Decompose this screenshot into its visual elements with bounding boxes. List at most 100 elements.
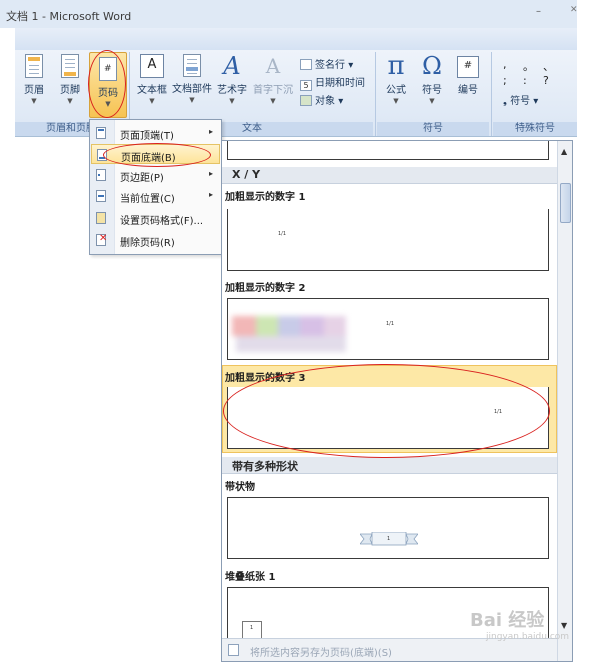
special-symbol[interactable]: ; [503,74,507,87]
scroll-up-icon[interactable]: ▲ [561,147,567,156]
wordart-label: 艺术字 [217,85,247,96]
remove-page-numbers-icon: ✕ [96,233,107,246]
object-icon [300,95,312,106]
chevron-down-icon: ▼ [393,97,399,105]
wordart-button[interactable]: A 艺术字 ▼ [215,54,249,105]
page-number-sample: 1/1 [386,321,395,327]
save-selection-as-page-number-item[interactable]: 将所选内容另存为页码(底端)(S) [250,644,392,659]
symbol-icon: Ω [422,52,442,80]
chevron-down-icon: ▼ [189,96,195,104]
gallery-item-title: 堆叠纸张 1 [225,572,276,583]
chevron-right-icon: ▸ [208,190,213,199]
quick-parts-label: 文档部件 [172,84,212,95]
gallery-preview-clipped[interactable] [227,141,549,160]
menu-item-remove-page-numbers[interactable]: ✕ 删除页码(R) [91,230,220,250]
footer-icon [61,54,79,78]
window-title: 文档 1 - Microsoft Word [6,10,132,23]
symbol-button[interactable]: Ω 符号 ▼ [417,54,447,105]
drop-cap-button[interactable]: A 首字下沉 ▼ [252,54,294,105]
header-button[interactable]: 页眉 ▼ [19,54,49,105]
footer-button[interactable]: 页脚 ▼ [55,54,85,105]
signature-line-icon [300,59,312,70]
header-label: 页眉 [24,85,44,96]
menu-item-bottom-of-page[interactable]: 页面底端(B) [91,144,220,164]
gallery-item-bold-number-1[interactable]: 1/1 [227,209,549,271]
chevron-right-icon: ▸ [208,169,213,178]
textbox-button[interactable]: A 文本框 ▼ [135,54,169,105]
chevron-down-icon: ▼ [270,97,276,105]
gallery-item-title: 带状物 [225,482,255,493]
equation-label: 公式 [386,85,406,96]
chevron-down-icon: ▼ [149,97,155,105]
special-symbol[interactable]: 、 [543,58,554,74]
wordart-icon: A [223,52,241,80]
drop-cap-icon: A [265,54,281,78]
page-number-sample: 1/1 [494,409,503,415]
date-time-icon: 5 [300,80,312,91]
chevron-down-icon: ▼ [105,100,111,108]
special-symbols-group-label: 特殊符号 [493,122,577,136]
numbering-button[interactable]: # 编号 [453,54,483,96]
object-button[interactable]: 对象 ▾ [300,92,343,107]
gallery-item-bold-number-3[interactable]: 1/1 [227,387,549,449]
menu-item-page-margins[interactable]: 页边距(P) ▸ [91,165,220,185]
gallery-section-header: 带有多种形状 [222,457,557,474]
menu-item-current-position[interactable]: 当前位置(C) ▸ [91,186,220,206]
page-number-label: 页码 [98,88,118,99]
numbering-icon: # [457,56,479,78]
page-top-icon [96,127,106,139]
group-divider [491,52,492,136]
page-number-icon: # [99,57,117,81]
gallery-item-title: 加粗显示的数字 3 [225,373,306,384]
special-symbol[interactable]: 。 [523,58,534,74]
header-icon [25,54,43,78]
equation-button[interactable]: π 公式 ▼ [381,51,411,105]
chevron-down-icon: ▼ [429,97,435,105]
quick-parts-button[interactable]: 文档部件 ▼ [172,54,212,104]
page-number-sample: 1/1 [278,231,287,237]
gallery-item-title: 加粗显示的数字 1 [225,192,306,203]
equation-icon: π [387,51,405,81]
group-divider [375,52,376,136]
drop-cap-label: 首字下沉 [253,85,293,96]
chevron-down-icon: ▼ [229,97,235,105]
save-selection-icon [228,644,239,656]
special-symbol[interactable]: ? [543,74,549,87]
chevron-right-icon: ▸ [208,127,213,136]
textbox-label: 文本框 [137,85,167,96]
close-button[interactable]: ✕ [570,5,578,15]
special-symbol-dropdown[interactable]: ❟ 符号 ▾ [503,92,538,107]
chevron-down-icon: ▼ [67,97,73,105]
special-symbol[interactable]: , [503,58,507,71]
minimize-button[interactable]: – [536,6,541,17]
gallery-scrollbar[interactable]: ▲ ▼ [557,141,572,661]
page-number-sample: 1 [387,536,391,542]
gallery-item-ribbon[interactable]: 1 [227,497,549,559]
format-page-numbers-icon [96,212,106,224]
current-position-icon [96,190,106,202]
quick-parts-icon [183,54,201,77]
title-bar: 文档 1 - Microsoft Word – ✕ [0,0,578,28]
symbols-group-label: 符号 [377,122,489,136]
scroll-thumb[interactable] [560,183,571,223]
ribbon-tab-band [15,28,577,51]
gallery-item-title: 加粗显示的数字 2 [225,283,306,294]
numbering-label: 编号 [458,85,478,96]
page-number-menu: 页面顶端(T) ▸ 页面底端(B) 页边距(P) ▸ 当前位置(C) ▸ 设置页… [89,119,222,255]
special-symbol[interactable]: : [523,74,527,87]
watermark-logo: Bai 经验 jingyan.baidu.com [470,610,570,642]
page-bottom-gallery: X / Y 加粗显示的数字 1 1/1 加粗显示的数字 2 1/1 加粗显示的数… [221,140,573,662]
page-bottom-icon [97,149,107,161]
gallery-section-header: X / Y [222,167,557,184]
textbox-icon: A [140,54,164,78]
footer-label: 页脚 [60,85,80,96]
menu-item-top-of-page[interactable]: 页面顶端(T) ▸ [91,123,220,143]
blurred-region [232,316,350,356]
stacked-paper-icon: 1 [242,621,262,639]
signature-line-button[interactable]: 签名行 ▾ [300,56,353,71]
page-number-button[interactable]: # 页码 ▼ [89,52,127,118]
menu-item-format-page-numbers[interactable]: 设置页码格式(F)... [91,208,220,228]
date-time-button[interactable]: 5 日期和时间 [300,74,365,91]
chevron-down-icon: ▼ [31,97,37,105]
symbol-label: 符号 [422,85,442,96]
